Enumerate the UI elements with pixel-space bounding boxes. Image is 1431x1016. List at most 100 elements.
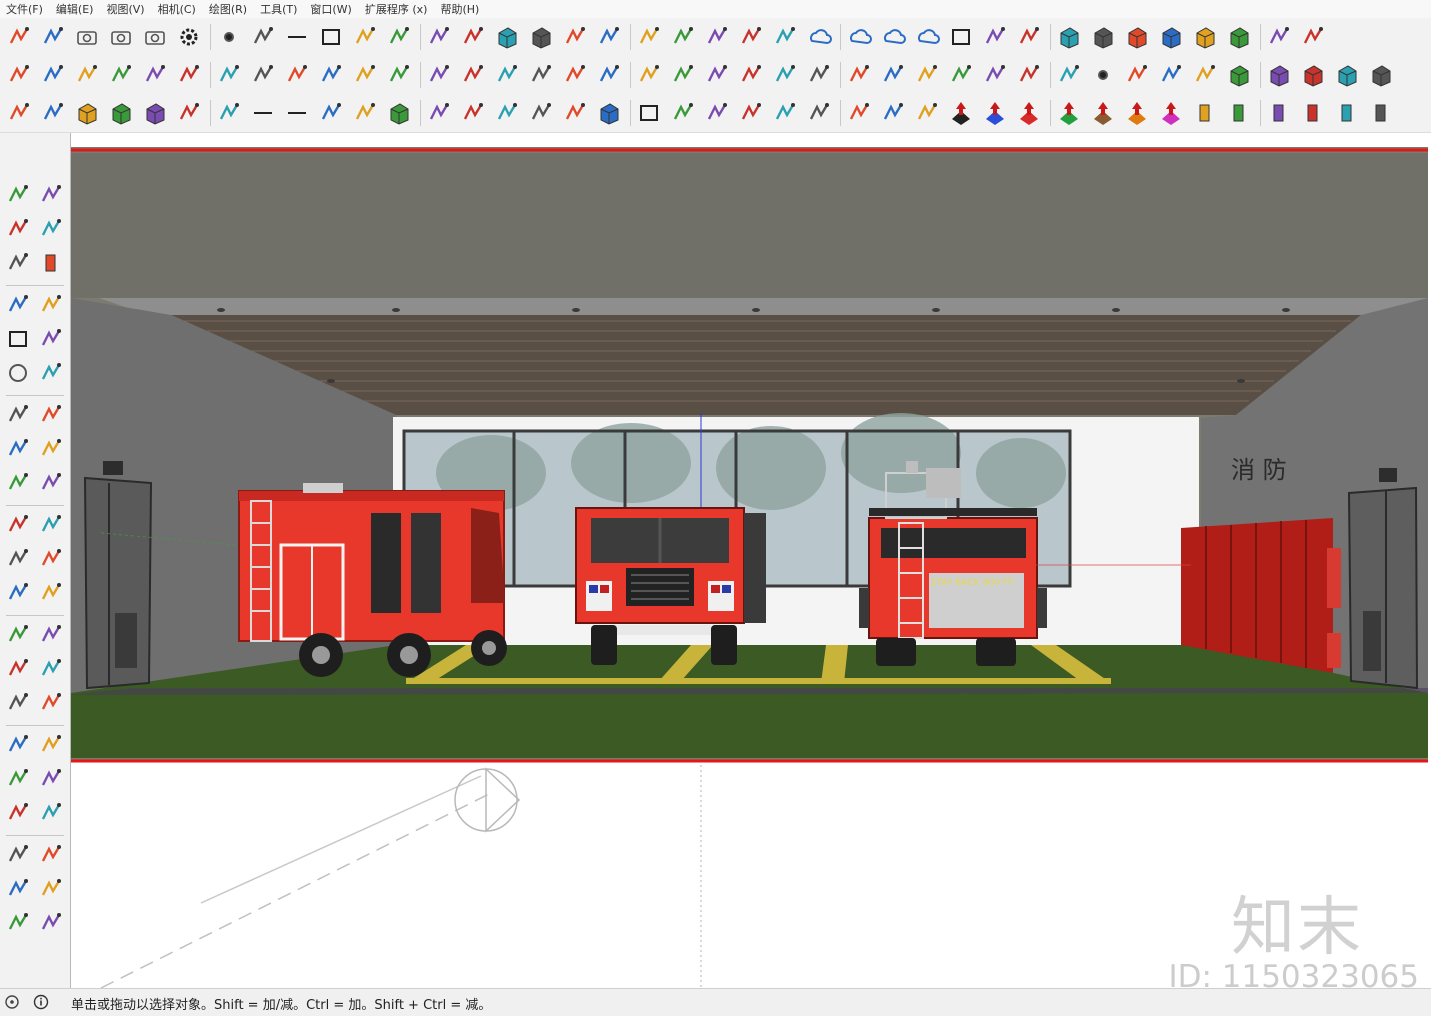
axes-icon[interactable] bbox=[4, 655, 32, 683]
door-icon[interactable] bbox=[914, 61, 940, 89]
box-red-icon[interactable] bbox=[1226, 61, 1252, 89]
slab-icon[interactable] bbox=[386, 61, 412, 89]
zoom-icon[interactable] bbox=[4, 731, 32, 759]
loop-icon[interactable] bbox=[1158, 61, 1184, 89]
measure-icon[interactable] bbox=[426, 61, 452, 89]
section-display-icon[interactable] bbox=[37, 875, 65, 903]
tag-multi-icon[interactable] bbox=[1300, 99, 1326, 127]
follow-me-icon[interactable] bbox=[37, 511, 65, 539]
pie-icon[interactable] bbox=[37, 401, 65, 429]
tag-tool-icon[interactable] bbox=[37, 249, 65, 277]
offset-icon[interactable] bbox=[37, 545, 65, 573]
arrow-up-orange-icon[interactable] bbox=[1124, 99, 1150, 127]
railing-icon[interactable] bbox=[40, 61, 66, 89]
user-profile-icon[interactable] bbox=[6, 23, 32, 51]
knife-icon[interactable] bbox=[1192, 61, 1218, 89]
spike-icon[interactable] bbox=[738, 61, 764, 89]
brush-icon[interactable] bbox=[982, 61, 1008, 89]
arc-two-icon[interactable] bbox=[37, 435, 65, 463]
info-icon[interactable] bbox=[33, 994, 49, 1010]
shell-icon[interactable] bbox=[1056, 61, 1082, 89]
curve-b-icon[interactable] bbox=[250, 61, 276, 89]
spline-s-icon[interactable] bbox=[250, 99, 276, 127]
line-icon[interactable] bbox=[284, 23, 310, 51]
point-icon[interactable] bbox=[216, 23, 242, 51]
rectangle-tool-icon[interactable] bbox=[4, 325, 32, 353]
bezier-icon[interactable] bbox=[704, 23, 730, 51]
cloud-link-icon[interactable] bbox=[846, 23, 872, 51]
diagonal-icon[interactable] bbox=[460, 99, 486, 127]
cloud-list-icon[interactable] bbox=[914, 23, 940, 51]
scene-render[interactable]: 消 防 STAY BACK 800 FT. bbox=[71, 133, 1431, 988]
rotated-rect-icon[interactable] bbox=[37, 325, 65, 353]
box-dark-icon[interactable] bbox=[1056, 23, 1082, 51]
arrow-up-blue-icon[interactable] bbox=[982, 99, 1008, 127]
arrows-blue-icon[interactable] bbox=[1334, 99, 1360, 127]
cloud-wave-icon[interactable] bbox=[806, 23, 832, 51]
cube-yellow-icon[interactable] bbox=[74, 99, 100, 127]
globe-icon[interactable] bbox=[914, 99, 940, 127]
pin-icon[interactable] bbox=[528, 99, 554, 127]
tag-cyan-icon[interactable] bbox=[1266, 99, 1292, 127]
section-plane-icon[interactable] bbox=[4, 875, 32, 903]
footprint-icon[interactable] bbox=[4, 841, 32, 869]
freehand-icon[interactable] bbox=[6, 99, 32, 127]
menu-item-6[interactable]: 窗口(W) bbox=[304, 1, 358, 17]
geo-location-icon[interactable] bbox=[4, 994, 20, 1010]
follow-icon[interactable] bbox=[460, 23, 486, 51]
arc-three-icon[interactable] bbox=[4, 435, 32, 463]
house-icon[interactable] bbox=[1266, 23, 1292, 51]
scale-corner-icon[interactable] bbox=[772, 23, 798, 51]
text-icon[interactable] bbox=[37, 621, 65, 649]
stack-icon[interactable] bbox=[562, 61, 588, 89]
grid-box-icon[interactable] bbox=[596, 99, 622, 127]
cube-orange-icon[interactable] bbox=[528, 23, 554, 51]
align-icon[interactable] bbox=[352, 99, 378, 127]
push-pull-icon[interactable] bbox=[37, 469, 65, 497]
bell-icon[interactable] bbox=[846, 99, 872, 127]
scissors-icon[interactable] bbox=[670, 23, 696, 51]
solid-blue-icon[interactable] bbox=[562, 23, 588, 51]
box-multi-icon[interactable] bbox=[1158, 23, 1184, 51]
triangle-icon[interactable] bbox=[846, 61, 872, 89]
bar-steps-icon[interactable] bbox=[108, 61, 134, 89]
spiral-icon[interactable] bbox=[704, 61, 730, 89]
pencil-icon[interactable] bbox=[4, 291, 32, 319]
tree-icon[interactable] bbox=[352, 61, 378, 89]
chain-icon[interactable] bbox=[636, 61, 662, 89]
ruler-point-icon[interactable] bbox=[1090, 61, 1116, 89]
camera-icon[interactable] bbox=[108, 23, 134, 51]
move-corner-icon[interactable] bbox=[738, 23, 764, 51]
wave-icon[interactable] bbox=[670, 61, 696, 89]
eraser-box-icon[interactable] bbox=[494, 23, 520, 51]
arrow-up-dark-icon[interactable] bbox=[948, 99, 974, 127]
cube-purple-icon[interactable] bbox=[142, 99, 168, 127]
menu-item-4[interactable]: 绘图(R) bbox=[203, 1, 254, 17]
arc-icon[interactable] bbox=[4, 401, 32, 429]
layers-alt-icon[interactable] bbox=[494, 61, 520, 89]
frame-icon[interactable] bbox=[948, 23, 974, 51]
section-fill-icon[interactable] bbox=[4, 909, 32, 937]
previous-view-icon[interactable] bbox=[37, 765, 65, 793]
hide-icon[interactable] bbox=[352, 23, 378, 51]
refresh-icon[interactable] bbox=[1016, 23, 1042, 51]
cone-icon[interactable] bbox=[250, 23, 276, 51]
dome-icon[interactable] bbox=[596, 61, 622, 89]
layers-icon[interactable] bbox=[460, 61, 486, 89]
corner-icon[interactable] bbox=[40, 99, 66, 127]
box-blue-icon[interactable] bbox=[1192, 23, 1218, 51]
arrow-up-brown-icon[interactable] bbox=[1090, 99, 1116, 127]
bounding-box-icon[interactable] bbox=[386, 99, 412, 127]
settings-gear-icon[interactable] bbox=[176, 23, 202, 51]
array-icon[interactable] bbox=[176, 99, 202, 127]
arrow-up-red-icon[interactable] bbox=[1016, 99, 1042, 127]
box-stack-icon[interactable] bbox=[1124, 23, 1150, 51]
tape-measure-icon[interactable] bbox=[4, 579, 32, 607]
pushpull-icon[interactable] bbox=[636, 23, 662, 51]
columns-icon[interactable] bbox=[806, 61, 832, 89]
box-red-pair-alt-icon[interactable] bbox=[1368, 61, 1394, 89]
beam-icon[interactable] bbox=[142, 61, 168, 89]
zigzag-icon[interactable] bbox=[772, 99, 798, 127]
zoom-extents-icon[interactable] bbox=[4, 765, 32, 793]
curve-a-icon[interactable] bbox=[216, 61, 242, 89]
